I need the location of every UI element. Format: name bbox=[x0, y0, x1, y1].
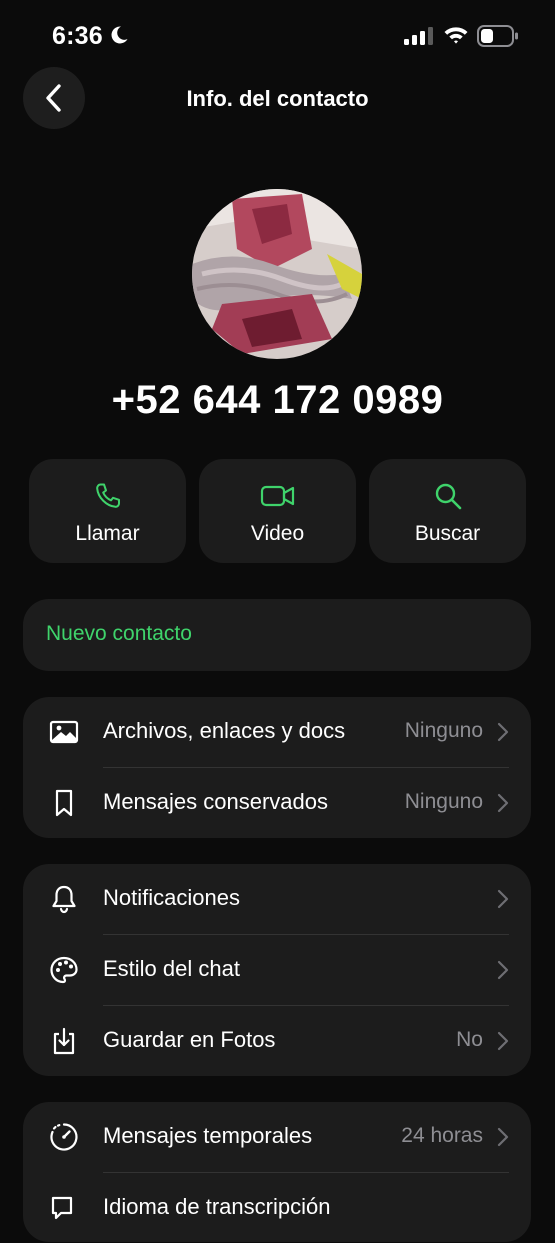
new-contact-button[interactable]: Nuevo contacto bbox=[23, 599, 531, 671]
search-button[interactable]: Buscar bbox=[369, 459, 526, 563]
bookmark-icon bbox=[55, 789, 73, 817]
message-settings-group: Mensajes temporales 24 horas Idioma de t… bbox=[23, 1102, 531, 1242]
chevron-right-icon bbox=[497, 1031, 509, 1051]
bell-icon bbox=[52, 885, 76, 914]
status-bar: 6:36 bbox=[0, 0, 555, 70]
search-button-label: Buscar bbox=[414, 522, 481, 545]
disappearing-messages-row[interactable]: Mensajes temporales 24 horas bbox=[23, 1102, 531, 1172]
starred-messages-row[interactable]: Mensajes conservados Ninguno bbox=[23, 768, 531, 838]
files-links-docs-label: Archivos, enlaces y docs bbox=[103, 718, 346, 743]
language-icon bbox=[51, 1196, 73, 1220]
page-title: Info. del contacto bbox=[186, 86, 369, 111]
cellular-signal-icon bbox=[404, 27, 433, 45]
contact-phone-number: +52 644 172 0989 bbox=[111, 378, 444, 422]
call-button-label: Llamar bbox=[75, 522, 140, 545]
battery-icon bbox=[477, 25, 518, 47]
phone-icon bbox=[95, 483, 120, 508]
starred-messages-value: Ninguno bbox=[404, 790, 483, 813]
save-to-photos-value: No bbox=[456, 1028, 483, 1051]
disappearing-messages-label: Mensajes temporales bbox=[103, 1123, 313, 1148]
chevron-right-icon bbox=[497, 960, 509, 980]
files-links-docs-value: Ninguno bbox=[404, 719, 483, 742]
video-icon bbox=[260, 485, 294, 507]
starred-messages-label: Mensajes conservados bbox=[103, 789, 329, 814]
video-button-label: Video bbox=[250, 522, 305, 545]
save-to-photos-label: Guardar en Fotos bbox=[103, 1027, 276, 1052]
timer-icon bbox=[50, 1123, 78, 1151]
chevron-right-icon bbox=[497, 889, 509, 909]
new-contact-label: Nuevo contacto bbox=[46, 622, 192, 645]
action-buttons: Llamar Video Buscar bbox=[29, 459, 526, 563]
transcription-language-label: Idioma de transcripción bbox=[103, 1194, 331, 1219]
chevron-right-icon bbox=[497, 793, 509, 813]
moon-icon bbox=[111, 26, 128, 44]
transcription-language-row[interactable]: Idioma de transcripción bbox=[23, 1173, 531, 1243]
chevron-right-icon bbox=[497, 1127, 509, 1147]
wifi-icon bbox=[444, 27, 468, 44]
palette-icon bbox=[50, 956, 78, 984]
notifications-label: Notificaciones bbox=[103, 885, 240, 910]
search-icon bbox=[435, 483, 461, 510]
disappearing-messages-value: 24 horas bbox=[401, 1124, 483, 1147]
video-button[interactable]: Video bbox=[199, 459, 356, 563]
chat-settings-group: Notificaciones Estilo del chat Guardar e… bbox=[23, 864, 531, 1076]
chat-style-row[interactable]: Estilo del chat bbox=[23, 935, 531, 1005]
files-links-docs-row[interactable]: Archivos, enlaces y docs Ninguno bbox=[23, 697, 531, 767]
download-icon bbox=[53, 1027, 75, 1055]
chevron-right-icon bbox=[497, 722, 509, 742]
notifications-row[interactable]: Notificaciones bbox=[23, 864, 531, 934]
status-time: 6:36 bbox=[52, 22, 103, 50]
chat-style-label: Estilo del chat bbox=[103, 956, 240, 981]
photo-icon bbox=[49, 720, 79, 744]
contact-avatar[interactable] bbox=[192, 189, 362, 359]
save-to-photos-row[interactable]: Guardar en Fotos No bbox=[23, 1006, 531, 1076]
media-settings-group: Archivos, enlaces y docs Ninguno Mensaje… bbox=[23, 697, 531, 838]
call-button[interactable]: Llamar bbox=[29, 459, 186, 563]
